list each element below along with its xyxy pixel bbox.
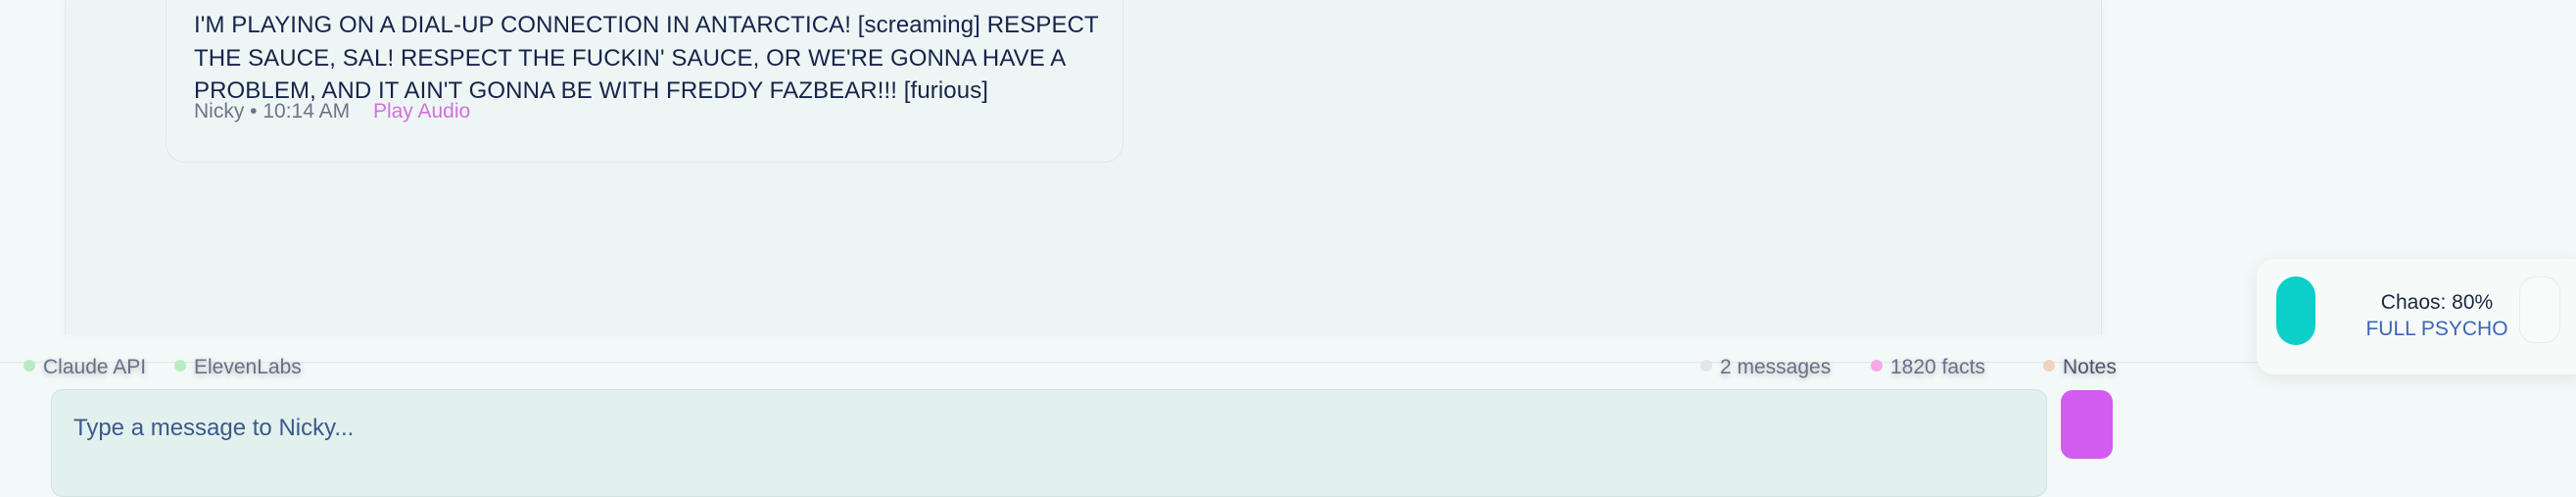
chaos-mode-label: FULL PSYCHO <box>2365 318 2508 340</box>
chaos-panel: Chaos: 80% FULL PSYCHO <box>2257 259 2576 374</box>
chat-panel: I'M PLAYING ON A DIAL-UP CONNECTION IN A… <box>65 0 2102 335</box>
claude-api-label: Claude API <box>43 356 147 378</box>
elevenlabs-status: ElevenLabs <box>174 356 302 379</box>
notes-label: Notes <box>2063 356 2117 378</box>
claude-api-status: Claude API <box>24 356 146 379</box>
message-sender-time: Nicky • 10:14 AM <box>194 100 351 123</box>
notes-button[interactable]: Notes <box>2043 356 2117 379</box>
notes-icon <box>2043 360 2055 373</box>
chaos-level-label: Chaos: 80% <box>2380 291 2494 314</box>
chaos-toggle-button[interactable] <box>2276 276 2315 345</box>
message-text: I'M PLAYING ON A DIAL-UP CONNECTION IN A… <box>194 12 1099 104</box>
play-audio-button[interactable]: Play Audio <box>373 100 470 123</box>
facts-count: 1820 facts <box>1871 356 1985 379</box>
chaos-aux-button[interactable] <box>2519 276 2560 343</box>
facts-icon <box>1871 360 1883 373</box>
status-dot-icon <box>174 360 186 373</box>
send-button[interactable] <box>2061 390 2113 459</box>
message-count: 2 messages <box>1700 356 1831 379</box>
message-bubble: I'M PLAYING ON A DIAL-UP CONNECTION IN A… <box>166 0 1123 163</box>
status-divider <box>0 362 2576 363</box>
status-dot-icon <box>24 360 35 373</box>
message-count-label: 2 messages <box>1720 356 1832 378</box>
facts-count-label: 1820 facts <box>1890 356 1985 378</box>
message-input[interactable] <box>72 408 2025 449</box>
message-count-icon <box>1700 360 1712 373</box>
elevenlabs-label: ElevenLabs <box>194 356 302 378</box>
message-meta: Nicky • 10:14 AM Play Audio <box>194 100 470 124</box>
